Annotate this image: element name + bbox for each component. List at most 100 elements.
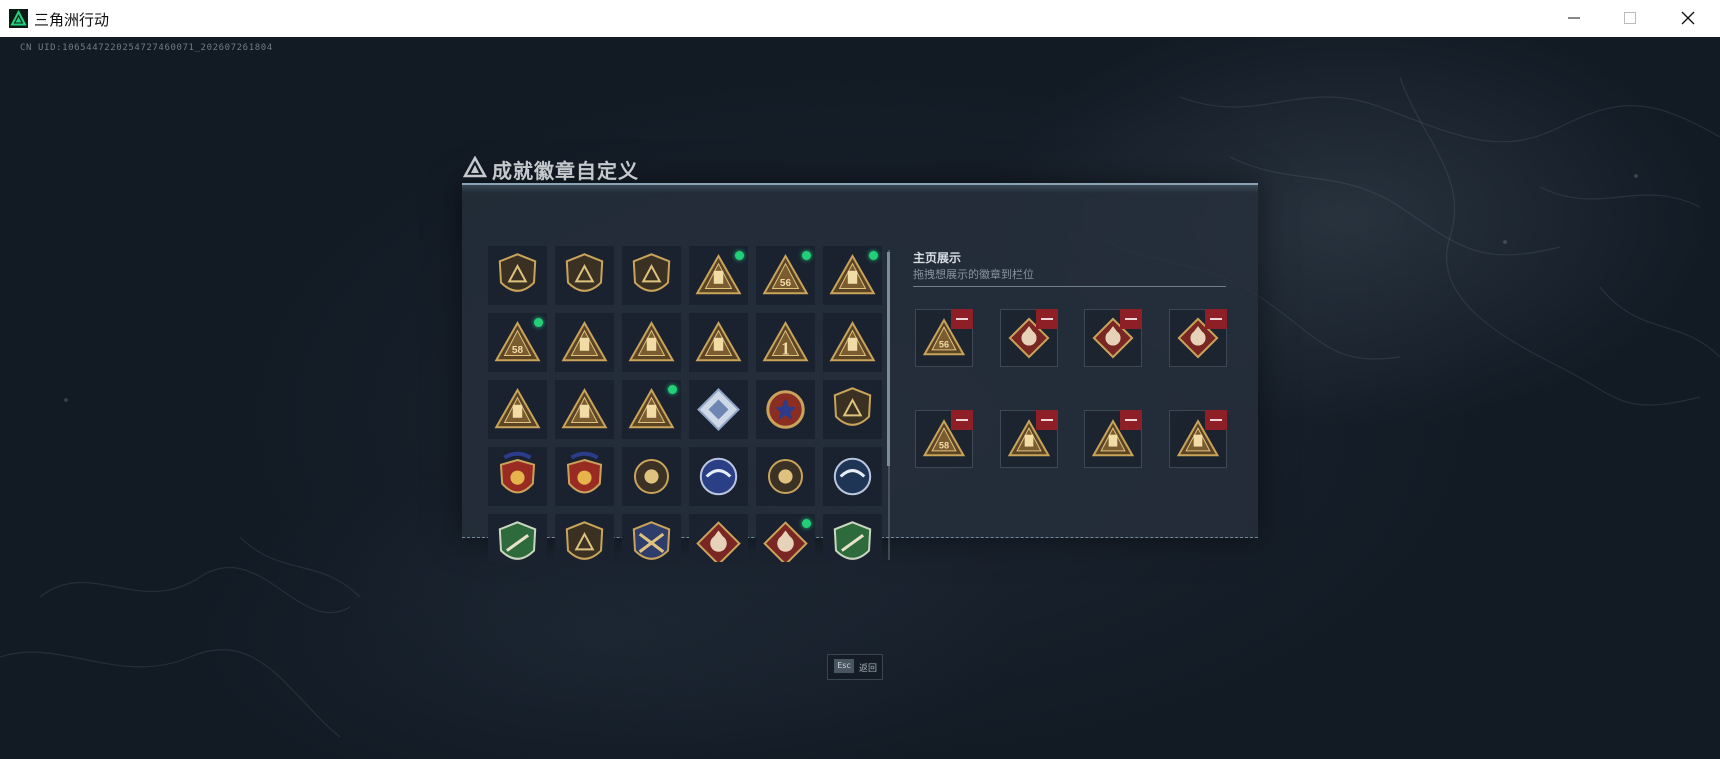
- badge-cell[interactable]: [689, 447, 748, 506]
- new-badge-dot: [802, 519, 811, 528]
- showcase-slot[interactable]: [1084, 410, 1142, 468]
- showcase-title: 主页展示: [913, 251, 962, 265]
- new-badge-dot: [869, 251, 878, 260]
- showcase-slot[interactable]: [1084, 309, 1142, 367]
- badge-cell[interactable]: [689, 514, 748, 562]
- remove-badge-button[interactable]: [1036, 309, 1058, 329]
- badge-cell[interactable]: [689, 313, 748, 372]
- triangle-turret-badge-icon: [561, 388, 608, 429]
- triangle-crate-badge-icon: [829, 321, 876, 362]
- crossed-guns-shield-badge-icon: [632, 521, 671, 560]
- triangle-hand-badge-icon: [628, 321, 675, 362]
- user-uid: CN UID:1065447220254727460071_2026072618…: [20, 43, 273, 53]
- showcase-slot[interactable]: 56: [915, 309, 973, 367]
- maximize-button[interactable]: [1603, 0, 1659, 37]
- showcase-slot[interactable]: [1000, 410, 1058, 468]
- remove-badge-button[interactable]: [1205, 309, 1227, 329]
- rifle-shield-badge-icon: [565, 521, 604, 560]
- app-logo-icon: [9, 9, 28, 28]
- blue-jet-badge-icon: [833, 457, 872, 496]
- badge-cell[interactable]: [622, 246, 681, 305]
- badge-cell[interactable]: [823, 447, 882, 506]
- badge-cell[interactable]: [823, 380, 882, 439]
- triangle-1-badge-icon: 1: [762, 321, 809, 362]
- star-medal-badge-icon: [766, 390, 805, 429]
- badge-cell[interactable]: [488, 246, 547, 305]
- new-badge-dot: [668, 385, 677, 394]
- triangle-wing-badge-icon: [494, 388, 541, 429]
- red-star-shield-badge-icon: [499, 451, 536, 494]
- remove-badge-button[interactable]: [1120, 309, 1142, 329]
- blue-globe-badge-icon: [699, 457, 738, 496]
- badge-cell[interactable]: [555, 514, 614, 562]
- badge-cell[interactable]: [823, 313, 882, 372]
- badge-grid-scroll-thumb[interactable]: [887, 252, 890, 466]
- svg-text:58: 58: [512, 345, 524, 356]
- badge-cell[interactable]: [689, 246, 748, 305]
- svg-text:58: 58: [939, 441, 949, 451]
- minimize-button[interactable]: [1547, 0, 1603, 37]
- badge-cell[interactable]: 1: [756, 313, 815, 372]
- crystal-diamond-badge-icon: [697, 388, 740, 431]
- badge-cell[interactable]: [622, 514, 681, 562]
- badge-cell[interactable]: [488, 514, 547, 562]
- svg-text:1: 1: [781, 338, 790, 358]
- helicopter-shield-badge-icon: [565, 253, 604, 292]
- close-icon: [1681, 11, 1695, 25]
- delta-triangle-icon: [463, 156, 487, 178]
- green-gun-shield-badge-icon: [498, 521, 537, 560]
- badge-cell[interactable]: [555, 313, 614, 372]
- new-badge-dot: [534, 318, 543, 327]
- svg-text:56: 56: [939, 340, 949, 350]
- badge-cell[interactable]: [488, 380, 547, 439]
- window-title: 三角洲行动: [34, 11, 110, 29]
- maximize-icon: [1624, 12, 1636, 24]
- esc-key-hint: Esc: [834, 659, 854, 673]
- skull-round-badge-icon: [633, 458, 670, 495]
- badge-cell[interactable]: [756, 447, 815, 506]
- showcase-slot[interactable]: 58: [915, 410, 973, 468]
- badge-cell[interactable]: [622, 380, 681, 439]
- badge-cell[interactable]: [555, 380, 614, 439]
- badge-grid: 56 58 1: [488, 246, 888, 562]
- showcase-slot[interactable]: [1169, 410, 1227, 468]
- remove-badge-button[interactable]: [951, 410, 973, 430]
- badge-cell[interactable]: [488, 447, 547, 506]
- badge-cell[interactable]: 56: [756, 246, 815, 305]
- title-bar: 三角洲行动: [0, 0, 1720, 38]
- badge-cell[interactable]: [823, 246, 882, 305]
- triangle-machine-badge-icon: [561, 321, 608, 362]
- gold-paw-round-badge-icon: [767, 458, 804, 495]
- chevron-shield-badge-icon: [833, 387, 872, 426]
- badge-cell[interactable]: [756, 380, 815, 439]
- badge-cell[interactable]: [689, 380, 748, 439]
- gold-shield-delta-badge-icon: [498, 253, 537, 292]
- badge-cell[interactable]: [622, 447, 681, 506]
- badge-cell[interactable]: [622, 313, 681, 372]
- remove-badge-button[interactable]: [1205, 410, 1227, 430]
- remove-badge-button[interactable]: [1120, 410, 1142, 430]
- badge-cell[interactable]: [756, 514, 815, 562]
- new-badge-dot: [802, 251, 811, 260]
- svg-text:56: 56: [780, 278, 792, 289]
- close-button[interactable]: [1661, 0, 1717, 37]
- showcase-slot[interactable]: [1000, 309, 1058, 367]
- triangle-helmet-badge-icon: [695, 321, 742, 362]
- winged-shield-badge-icon: [632, 253, 671, 292]
- showcase-subtitle: 拖拽想展示的徽章到栏位: [913, 268, 1034, 281]
- back-label: 返回: [859, 664, 878, 674]
- badge-cell[interactable]: [823, 514, 882, 562]
- showcase-divider: [913, 286, 1226, 287]
- remove-badge-button[interactable]: [1036, 410, 1058, 430]
- new-badge-dot: [735, 251, 744, 260]
- red-crest-shield-badge-icon: [566, 451, 603, 494]
- red-wolf-badge-icon: [696, 521, 741, 562]
- minimize-icon: [1568, 17, 1580, 19]
- badge-cell[interactable]: [555, 246, 614, 305]
- green-eagle-badge-icon: [833, 521, 872, 560]
- badge-cell[interactable]: 58: [488, 313, 547, 372]
- badge-cell[interactable]: [555, 447, 614, 506]
- remove-badge-button[interactable]: [951, 309, 973, 329]
- showcase-slot[interactable]: [1169, 309, 1227, 367]
- panel-title: 成就徽章自定义: [492, 159, 639, 183]
